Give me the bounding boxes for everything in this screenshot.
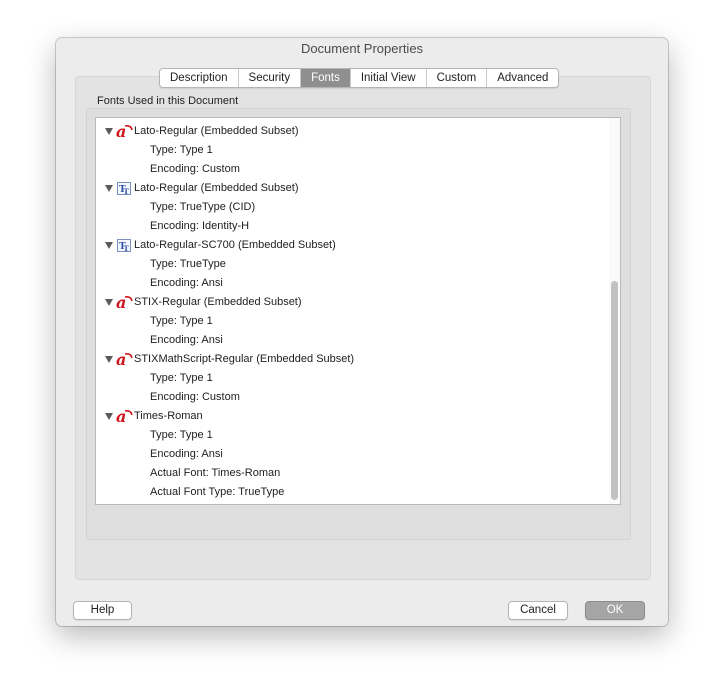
svg-text:a: a — [116, 124, 126, 139]
svg-text:a: a — [116, 409, 126, 424]
font-property-text: Type: Type 1 — [150, 372, 213, 384]
font-property-text: Encoding: Ansi — [150, 277, 223, 289]
disclosure-triangle-icon[interactable] — [105, 356, 113, 363]
disclosure-triangle-icon[interactable] — [105, 299, 113, 306]
tab-bar: Description Security Fonts Initial View … — [159, 68, 560, 88]
fonts-section-label: Fonts Used in this Document — [97, 95, 239, 107]
vertical-scrollbar[interactable] — [609, 118, 620, 504]
svg-text:T: T — [124, 187, 130, 196]
font-property-text: Actual Font Type: TrueType — [150, 486, 285, 498]
svg-text:a: a — [116, 295, 126, 310]
font-property-text: Type: Type 1 — [150, 315, 213, 327]
tab-security[interactable]: Security — [237, 69, 301, 87]
font-property-text: Encoding: Identity-H — [150, 220, 250, 232]
disclosure-triangle-icon[interactable] — [105, 413, 113, 420]
font-name: STIX-Regular (Embedded Subset) — [134, 296, 302, 308]
tab-description[interactable]: Description — [160, 69, 238, 87]
truetype-font-icon: T T — [116, 181, 133, 196]
font-property-text: Encoding: Custom — [150, 163, 240, 175]
svg-text:a: a — [116, 352, 126, 367]
document-properties-dialog: Document Properties Description Security… — [56, 38, 668, 626]
font-name: Lato-Regular-SC700 (Embedded Subset) — [134, 239, 336, 251]
type1-font-icon: a — [116, 350, 133, 369]
font-property-text: Type: Type 1 — [150, 144, 213, 156]
font-property-text: Encoding: Custom — [150, 391, 240, 403]
font-name: Times-Roman — [134, 410, 203, 422]
font-entry[interactable]: a STIXMathScript-Regular (Embedded Subse… — [96, 350, 596, 369]
disclosure-triangle-icon[interactable] — [105, 185, 113, 192]
font-entry[interactable]: a STIX-Regular (Embedded Subset) — [96, 293, 596, 312]
font-property-text: Type: TrueType — [150, 258, 226, 270]
font-entry[interactable]: a Times-Roman — [96, 407, 596, 426]
type1-font-icon: a — [116, 407, 133, 426]
tab-initial-view[interactable]: Initial View — [349, 69, 426, 87]
font-name: Lato-Regular (Embedded Subset) — [134, 125, 299, 137]
svg-text:T: T — [124, 244, 130, 253]
ok-button[interactable]: OK — [585, 601, 645, 620]
help-button[interactable]: Help — [73, 601, 132, 620]
font-property-text: Encoding: Ansi — [150, 448, 223, 460]
cancel-button[interactable]: Cancel — [508, 601, 568, 620]
disclosure-triangle-icon[interactable] — [105, 242, 113, 249]
font-entry[interactable]: T T Lato-Regular-SC700 (Embedded Subset) — [96, 236, 596, 255]
fonts-tree-list[interactable]: a Lato-Regular (Embedded Subset) Type: Ty… — [95, 117, 621, 505]
tab-fonts[interactable]: Fonts — [300, 69, 350, 87]
type1-font-icon: a — [116, 122, 133, 141]
font-entry[interactable]: T T Lato-Regular (Embedded Subset) — [96, 179, 596, 198]
font-entry[interactable]: a Lato-Regular (Embedded Subset) — [96, 122, 596, 141]
tab-custom[interactable]: Custom — [425, 69, 487, 87]
type1-font-icon: a — [116, 293, 133, 312]
dialog-title: Document Properties — [300, 41, 424, 56]
truetype-font-icon: T T — [116, 238, 133, 253]
font-name: STIXMathScript-Regular (Embedded Subset) — [134, 353, 355, 365]
font-property-text: Type: Type 1 — [150, 429, 213, 441]
font-name: Lato-Regular (Embedded Subset) — [134, 182, 299, 194]
disclosure-triangle-icon[interactable] — [105, 128, 113, 135]
font-property-text: Encoding: Ansi — [150, 334, 223, 346]
scrollbar-thumb[interactable] — [611, 281, 618, 500]
tab-advanced[interactable]: Advanced — [486, 69, 558, 87]
font-property-text: Type: TrueType (CID) — [150, 201, 256, 213]
font-property-text: Actual Font: Times-Roman — [150, 467, 281, 479]
